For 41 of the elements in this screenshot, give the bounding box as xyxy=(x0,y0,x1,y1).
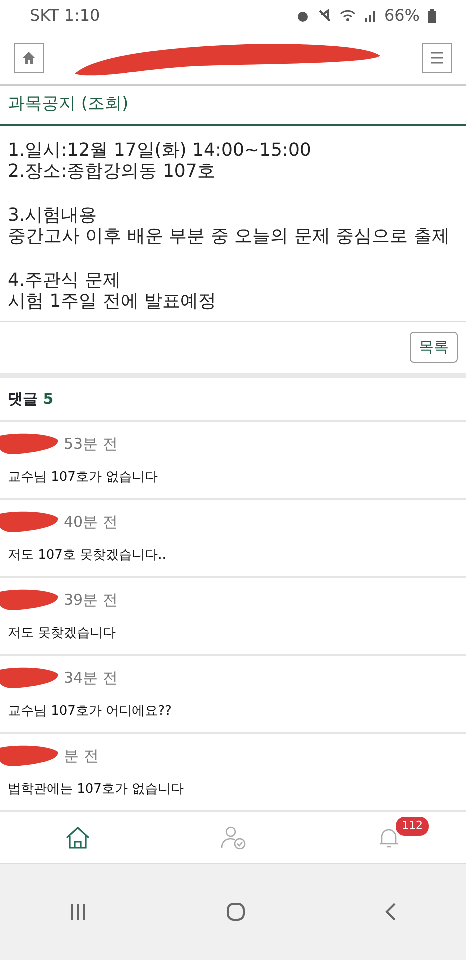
comment-text: 저도 107호 못찾겠습니다.. xyxy=(8,547,168,566)
menu-icon xyxy=(430,52,444,64)
comment-text: 교수님 107호가 없습니다 xyxy=(8,469,160,488)
notice-text: 4.주관식 문제 xyxy=(8,270,121,291)
alarm-icon xyxy=(296,9,310,23)
back-icon[interactable] xyxy=(384,902,397,922)
comment-text: 교수님 107호가 어디에요?? xyxy=(8,703,173,722)
redaction-mark xyxy=(0,666,60,690)
recent-apps-icon[interactable] xyxy=(69,903,88,922)
comment-text: 저도 못찾겠습니다 xyxy=(8,625,118,644)
wifi-icon xyxy=(340,9,356,23)
notice-text: 중간고사 이후 배운 부분 중 오늘의 문제 중심으로 출제 xyxy=(8,226,450,248)
signal-icon xyxy=(364,9,376,23)
comment-count: 5 xyxy=(43,390,54,408)
comment-time: 39분 전 xyxy=(64,590,118,611)
comment-time: 분 전 xyxy=(64,746,99,767)
battery-percent: 66% xyxy=(384,5,420,27)
home-icon xyxy=(65,826,91,850)
notice-text: 시험 1주일 전에 발표예정 xyxy=(8,291,217,312)
status-text: SKT 1:10 xyxy=(30,5,100,27)
list-button[interactable]: 목록 xyxy=(410,332,458,363)
redaction-mark xyxy=(0,432,60,456)
user-check-icon xyxy=(221,826,247,850)
notice-text: 3.시험내용 xyxy=(8,204,98,226)
comment-text: 법학관에는 107호가 없습니다 xyxy=(8,781,186,800)
comment-time: 40분 전 xyxy=(64,512,118,533)
comment-time: 53분 전 xyxy=(64,434,118,455)
battery-icon xyxy=(428,9,436,23)
home-button[interactable] xyxy=(14,43,44,73)
redaction-mark xyxy=(0,588,60,612)
notification-badge: 112 xyxy=(396,817,429,836)
menu-button[interactable] xyxy=(422,43,452,73)
comment-time: 34분 전 xyxy=(64,668,118,689)
home-icon xyxy=(22,51,36,65)
mute-icon xyxy=(318,9,332,23)
redaction-mark xyxy=(0,744,60,768)
page-title: 과목공지 (조회) xyxy=(0,86,466,126)
notice-text: 2.장소:종합강의동 107호 xyxy=(8,161,216,182)
notice-text: 1.일시:12월 17일(화) 14:00~15:00 xyxy=(8,140,312,160)
redaction-mark xyxy=(0,510,60,534)
comments-label: 댓글 xyxy=(8,390,38,408)
